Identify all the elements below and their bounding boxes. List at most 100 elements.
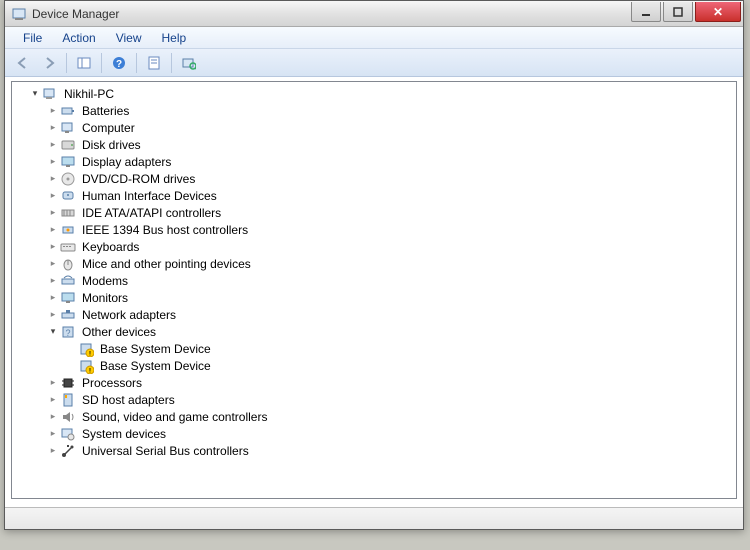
- tree-item-label: Base System Device: [98, 342, 213, 356]
- expand-arrow[interactable]: [48, 208, 58, 218]
- tree-root[interactable]: Nikhil-PC: [12, 85, 736, 102]
- statusbar: [5, 507, 743, 529]
- tree-item-label: Nikhil-PC: [62, 87, 116, 101]
- tree-category[interactable]: IEEE 1394 Bus host controllers: [12, 221, 736, 238]
- menu-file[interactable]: File: [13, 29, 52, 47]
- forward-button[interactable]: [37, 52, 61, 74]
- expand-arrow[interactable]: [48, 157, 58, 167]
- display-icon: [60, 154, 76, 170]
- tree-category[interactable]: SD host adapters: [12, 391, 736, 408]
- expand-arrow[interactable]: [48, 446, 58, 456]
- properties-button[interactable]: [142, 52, 166, 74]
- tree-category[interactable]: Network adapters: [12, 306, 736, 323]
- sound-icon: [60, 409, 76, 425]
- help-button[interactable]: ?: [107, 52, 131, 74]
- expand-arrow[interactable]: [66, 344, 76, 354]
- tree-item-label: SD host adapters: [80, 393, 177, 407]
- hid-icon: [60, 188, 76, 204]
- computer-icon: [42, 86, 58, 102]
- menubar: File Action View Help: [5, 27, 743, 49]
- cdrom-icon: [60, 171, 76, 187]
- tree-category[interactable]: Batteries: [12, 102, 736, 119]
- expand-arrow[interactable]: [48, 191, 58, 201]
- tree-item-label: IDE ATA/ATAPI controllers: [80, 206, 223, 220]
- battery-icon: [60, 103, 76, 119]
- tree-item-label: Batteries: [80, 104, 131, 118]
- usb-icon: [60, 443, 76, 459]
- scan-hardware-button[interactable]: [177, 52, 201, 74]
- expand-arrow[interactable]: [48, 412, 58, 422]
- ide-icon: [60, 205, 76, 221]
- minimize-button[interactable]: [631, 2, 661, 22]
- menu-view[interactable]: View: [106, 29, 152, 47]
- expand-arrow[interactable]: [48, 123, 58, 133]
- expand-arrow[interactable]: [48, 378, 58, 388]
- cpu-icon: [60, 375, 76, 391]
- tree-device[interactable]: ! Base System Device: [12, 340, 736, 357]
- svg-text:?: ?: [65, 328, 70, 338]
- tree-item-label: Mice and other pointing devices: [80, 257, 253, 271]
- computer-icon: [60, 120, 76, 136]
- tree-category[interactable]: Monitors: [12, 289, 736, 306]
- tree-item-label: Disk drives: [80, 138, 143, 152]
- tree-category[interactable]: Human Interface Devices: [12, 187, 736, 204]
- expand-arrow[interactable]: [48, 259, 58, 269]
- tree-category[interactable]: Processors: [12, 374, 736, 391]
- tree-category[interactable]: Keyboards: [12, 238, 736, 255]
- tree-item-label: Network adapters: [80, 308, 178, 322]
- other-icon: ?: [60, 324, 76, 340]
- tree-category[interactable]: Disk drives: [12, 136, 736, 153]
- expand-arrow[interactable]: [48, 429, 58, 439]
- expand-arrow[interactable]: [48, 276, 58, 286]
- tree-category[interactable]: DVD/CD-ROM drives: [12, 170, 736, 187]
- ieee-icon: [60, 222, 76, 238]
- expand-arrow[interactable]: [48, 242, 58, 252]
- expand-arrow[interactable]: [48, 327, 58, 337]
- show-hide-tree-button[interactable]: [72, 52, 96, 74]
- maximize-button[interactable]: [663, 2, 693, 22]
- warn-icon: !: [78, 358, 94, 374]
- warn-icon: !: [78, 341, 94, 357]
- expand-arrow[interactable]: [48, 293, 58, 303]
- tree-item-label: Monitors: [80, 291, 130, 305]
- window-title: Device Manager: [32, 7, 631, 21]
- tree-device[interactable]: !Base System Device: [12, 357, 736, 374]
- expand-arrow[interactable]: [48, 140, 58, 150]
- device-tree-panel[interactable]: Nikhil-PC Batteries Computer Disk drivesDis…: [11, 81, 737, 499]
- keyboard-icon: [60, 239, 76, 255]
- expand-arrow[interactable]: [48, 106, 58, 116]
- expand-arrow[interactable]: [48, 174, 58, 184]
- mouse-icon: [60, 256, 76, 272]
- titlebar[interactable]: Device Manager ✕: [5, 1, 743, 27]
- expand-arrow[interactable]: [48, 310, 58, 320]
- tree-item-label: Computer: [80, 121, 137, 135]
- tree-category[interactable]: ? Other devices: [12, 323, 736, 340]
- modem-icon: [60, 273, 76, 289]
- tree-category[interactable]: Mice and other pointing devices: [12, 255, 736, 272]
- menu-action[interactable]: Action: [52, 29, 105, 47]
- toolbar: ?: [5, 49, 743, 77]
- tree-item-label: Other devices: [80, 325, 158, 339]
- tree-category[interactable]: Modems: [12, 272, 736, 289]
- expand-arrow[interactable]: [30, 89, 40, 99]
- tree-item-label: DVD/CD-ROM drives: [80, 172, 197, 186]
- tree-item-label: System devices: [80, 427, 168, 441]
- svg-text:?: ?: [116, 59, 122, 70]
- sd-icon: [60, 392, 76, 408]
- expand-arrow[interactable]: [48, 225, 58, 235]
- tree-category[interactable]: System devices: [12, 425, 736, 442]
- tree-category[interactable]: IDE ATA/ATAPI controllers: [12, 204, 736, 221]
- menu-help[interactable]: Help: [152, 29, 197, 47]
- tree-category[interactable]: Sound, video and game controllers: [12, 408, 736, 425]
- expand-arrow[interactable]: [66, 361, 76, 371]
- tree-item-label: IEEE 1394 Bus host controllers: [80, 223, 250, 237]
- tree-category[interactable]: Display adapters: [12, 153, 736, 170]
- back-button[interactable]: [11, 52, 35, 74]
- monitor-icon: [60, 290, 76, 306]
- tree-category[interactable]: Universal Serial Bus controllers: [12, 442, 736, 459]
- tree-item-label: Sound, video and game controllers: [80, 410, 269, 424]
- svg-text:!: !: [89, 368, 91, 374]
- expand-arrow[interactable]: [48, 395, 58, 405]
- close-button[interactable]: ✕: [695, 2, 741, 22]
- tree-category[interactable]: Computer: [12, 119, 736, 136]
